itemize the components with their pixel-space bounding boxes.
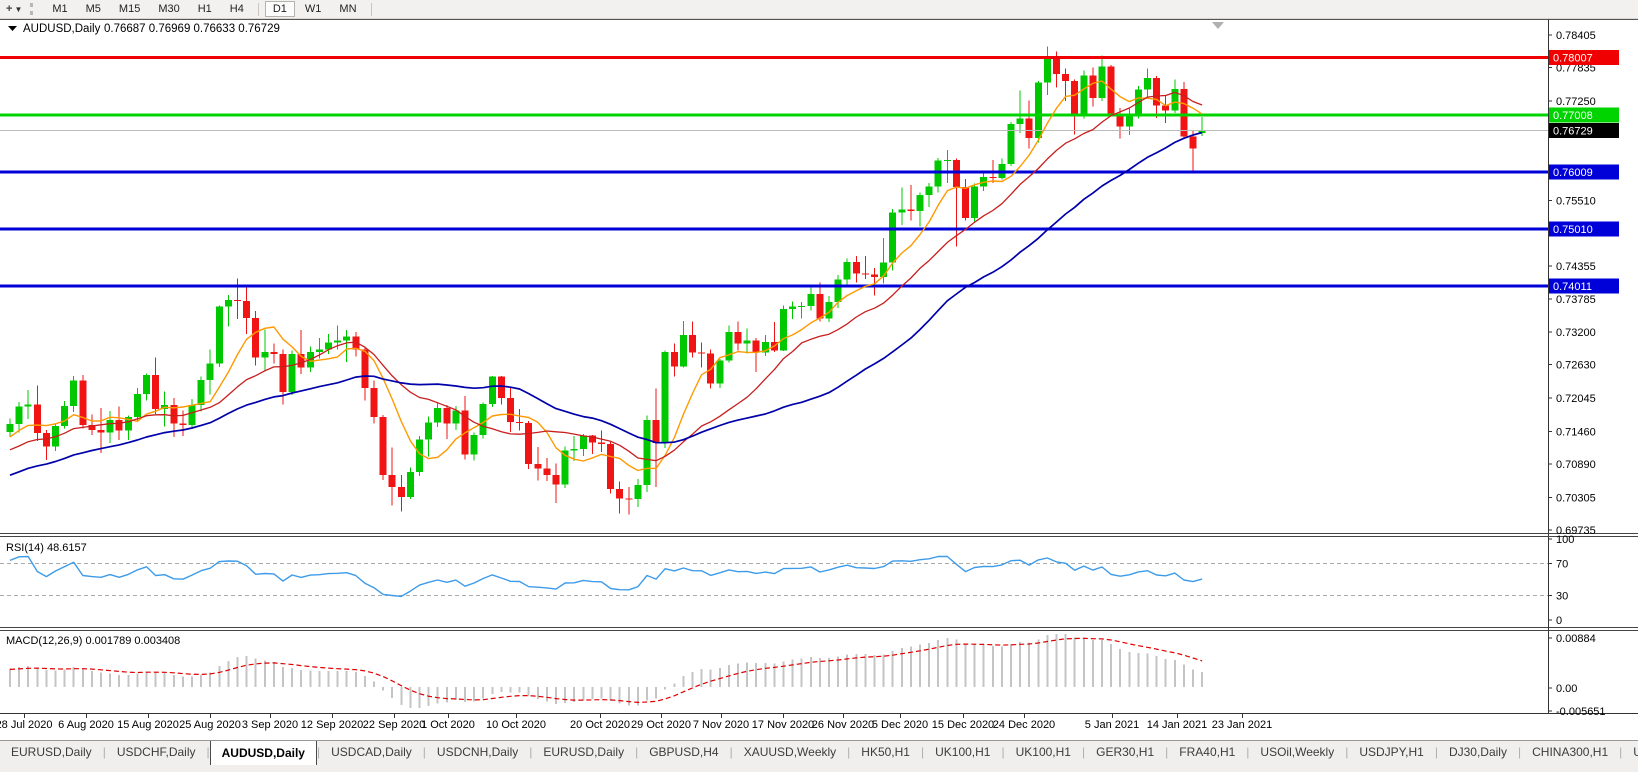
timeframe-button-m30[interactable]: M30: [150, 1, 187, 17]
macd-signal-line: [10, 638, 1202, 702]
price-badge-0.75010-label: 0.75010: [1553, 224, 1593, 236]
macd-tick-label: -0.005651: [1556, 706, 1606, 718]
chart-cursor-icon[interactable]: +: [0, 3, 14, 15]
date-tick-label: 17 Nov 2020: [752, 719, 814, 731]
price-tick-label: 0.75510: [1556, 195, 1596, 207]
chart-shift-marker[interactable]: [1212, 22, 1224, 29]
price-tick-label: 0.73785: [1556, 294, 1596, 306]
macd-indicator-label: MACD(12,26,9) 0.001789 0.003408: [6, 635, 180, 647]
date-tick-label: 24 Dec 2020: [993, 719, 1055, 731]
rsi-tick-label: 30: [1556, 591, 1568, 603]
tab-audusd-daily[interactable]: AUDUSD,Daily: [210, 740, 317, 765]
toolbar-grip[interactable]: [30, 3, 36, 15]
tab-uk100-h1[interactable]: UK100,H1: [924, 741, 1001, 764]
timeframe-button-m5[interactable]: M5: [78, 1, 109, 17]
macd-histogram: [10, 634, 1202, 708]
timeframe-button-mn[interactable]: MN: [331, 1, 364, 17]
toolbar-separator: [371, 3, 372, 16]
rsi-line: [10, 557, 1202, 597]
price-tick-label: 0.70890: [1556, 459, 1596, 471]
current-price-badge-label: 0.76729: [1553, 126, 1593, 138]
price-tick-label: 0.74355: [1556, 261, 1596, 273]
tab-usoil-weekly[interactable]: USOil,Weekly: [1249, 741, 1345, 764]
tab-eurusd-daily[interactable]: EURUSD,Daily: [0, 741, 103, 764]
toolbar-separator: [258, 3, 259, 16]
chevron-down-icon[interactable]: ▼: [14, 5, 26, 14]
rsi-tick-label: 0: [1556, 615, 1562, 627]
tab-ger30-h1[interactable]: GER30,H1: [1085, 741, 1165, 764]
symbol-dropdown-icon[interactable]: [8, 26, 17, 31]
tab-eurusd-daily[interactable]: EURUSD,Daily: [532, 741, 635, 764]
rsi-tick-label: 100: [1556, 534, 1574, 546]
date-tick-label: 10 Oct 2020: [486, 719, 546, 731]
timeframe-button-h4[interactable]: H4: [222, 1, 252, 17]
candlestick-series: [7, 47, 1206, 515]
macd-tick-label: 0.00: [1556, 683, 1577, 695]
date-tick-label: 25 Aug 2020: [179, 719, 241, 731]
macd-tick-label: 0.00884: [1556, 633, 1596, 645]
timeframe-button-w1[interactable]: W1: [297, 1, 330, 17]
date-tick-label: 23 Jan 2021: [1212, 719, 1273, 731]
date-tick-label: 14 Jan 2021: [1147, 719, 1208, 731]
price-tick-label: 0.70305: [1556, 492, 1596, 504]
chart-ohlc-values: 0.76687 0.76969 0.76633 0.76729: [104, 23, 280, 35]
tab-china300-h1[interactable]: CHINA300,H1: [1521, 741, 1619, 764]
tab-usdchf-daily[interactable]: USDCHF,Daily: [106, 741, 207, 764]
tab-dj30-daily[interactable]: DJ30,Daily: [1438, 741, 1518, 764]
date-tick-label: 22 Sep 2020: [363, 719, 425, 731]
timeframe-button-group: M1M5M15M30H1H4 D1W1MN: [43, 1, 376, 17]
rsi-indicator-label: RSI(14) 48.6157: [6, 542, 87, 554]
price-chart[interactable]: 0.784050.778350.772500.755100.743550.737…: [0, 18, 1638, 740]
date-tick-label: 20 Oct 2020: [570, 719, 630, 731]
tab-gbpusd-h4[interactable]: GBPUSD,H4: [638, 741, 729, 764]
price-tick-label: 0.73200: [1556, 327, 1596, 339]
chart-area: 0.784050.778350.772500.755100.743550.737…: [0, 18, 1638, 740]
date-tick-label: 15 Aug 2020: [117, 719, 179, 731]
tab-usdjpy-h1[interactable]: USDJPY,H1: [1348, 741, 1434, 764]
tab-fra40-h1[interactable]: FRA40,H1: [1168, 741, 1246, 764]
date-tick-label: 3 Sep 2020: [242, 719, 298, 731]
timeframe-button-m15[interactable]: M15: [111, 1, 148, 17]
tab-usdcnh-daily[interactable]: USDCNH,Daily: [426, 741, 529, 764]
price-tick-label: 0.72045: [1556, 393, 1596, 405]
tab-usdcad-daily[interactable]: USDCAD,Daily: [320, 741, 423, 764]
date-tick-label: 6 Aug 2020: [58, 719, 114, 731]
date-tick-label: 26 Nov 2020: [812, 719, 874, 731]
tab-uk100-h1[interactable]: UK100,H1: [1005, 741, 1082, 764]
date-tick-label: 7 Nov 2020: [693, 719, 749, 731]
date-tick-label: 12 Sep 2020: [301, 719, 363, 731]
date-tick-label: 1 Oct 2020: [421, 719, 475, 731]
rsi-tick-label: 70: [1556, 558, 1568, 570]
date-tick-label: 5 Dec 2020: [872, 719, 928, 731]
price-tick-label: 0.71460: [1556, 427, 1596, 439]
tab-hk50-h1[interactable]: HK50,H1: [850, 741, 921, 764]
price-badge-0.74011-label: 0.74011: [1553, 281, 1592, 293]
chart-tab-bar: EURUSD,Daily|USDCHF,Daily|AUDUSD,Daily|U…: [0, 740, 1638, 772]
timeframe-button-d1[interactable]: D1: [265, 1, 295, 17]
price-badge-0.76009-label: 0.76009: [1553, 167, 1593, 179]
price-badge-0.77008-label: 0.77008: [1553, 110, 1593, 122]
tab-xauusd-weekly[interactable]: XAUUSD,Weekly: [733, 741, 847, 764]
price-badge-0.78007-label: 0.78007: [1553, 53, 1593, 65]
chart-title: AUDUSD,Daily: [23, 23, 101, 35]
toolbar: +▼ M1M5M15M30H1H4 D1W1MN: [0, 0, 1638, 19]
tab-us[interactable]: US: [1622, 741, 1638, 764]
date-tick-label: 5 Jan 2021: [1085, 719, 1139, 731]
timeframe-button-m1[interactable]: M1: [44, 1, 75, 17]
date-tick-label: 29 Oct 2020: [631, 719, 691, 731]
price-tick-label: 0.72630: [1556, 360, 1596, 372]
timeframe-button-h1[interactable]: H1: [190, 1, 220, 17]
date-tick-label: 28 Jul 2020: [0, 719, 52, 731]
price-tick-label: 0.78405: [1556, 30, 1596, 42]
date-tick-label: 15 Dec 2020: [932, 719, 994, 731]
price-tick-label: 0.77250: [1556, 96, 1596, 108]
